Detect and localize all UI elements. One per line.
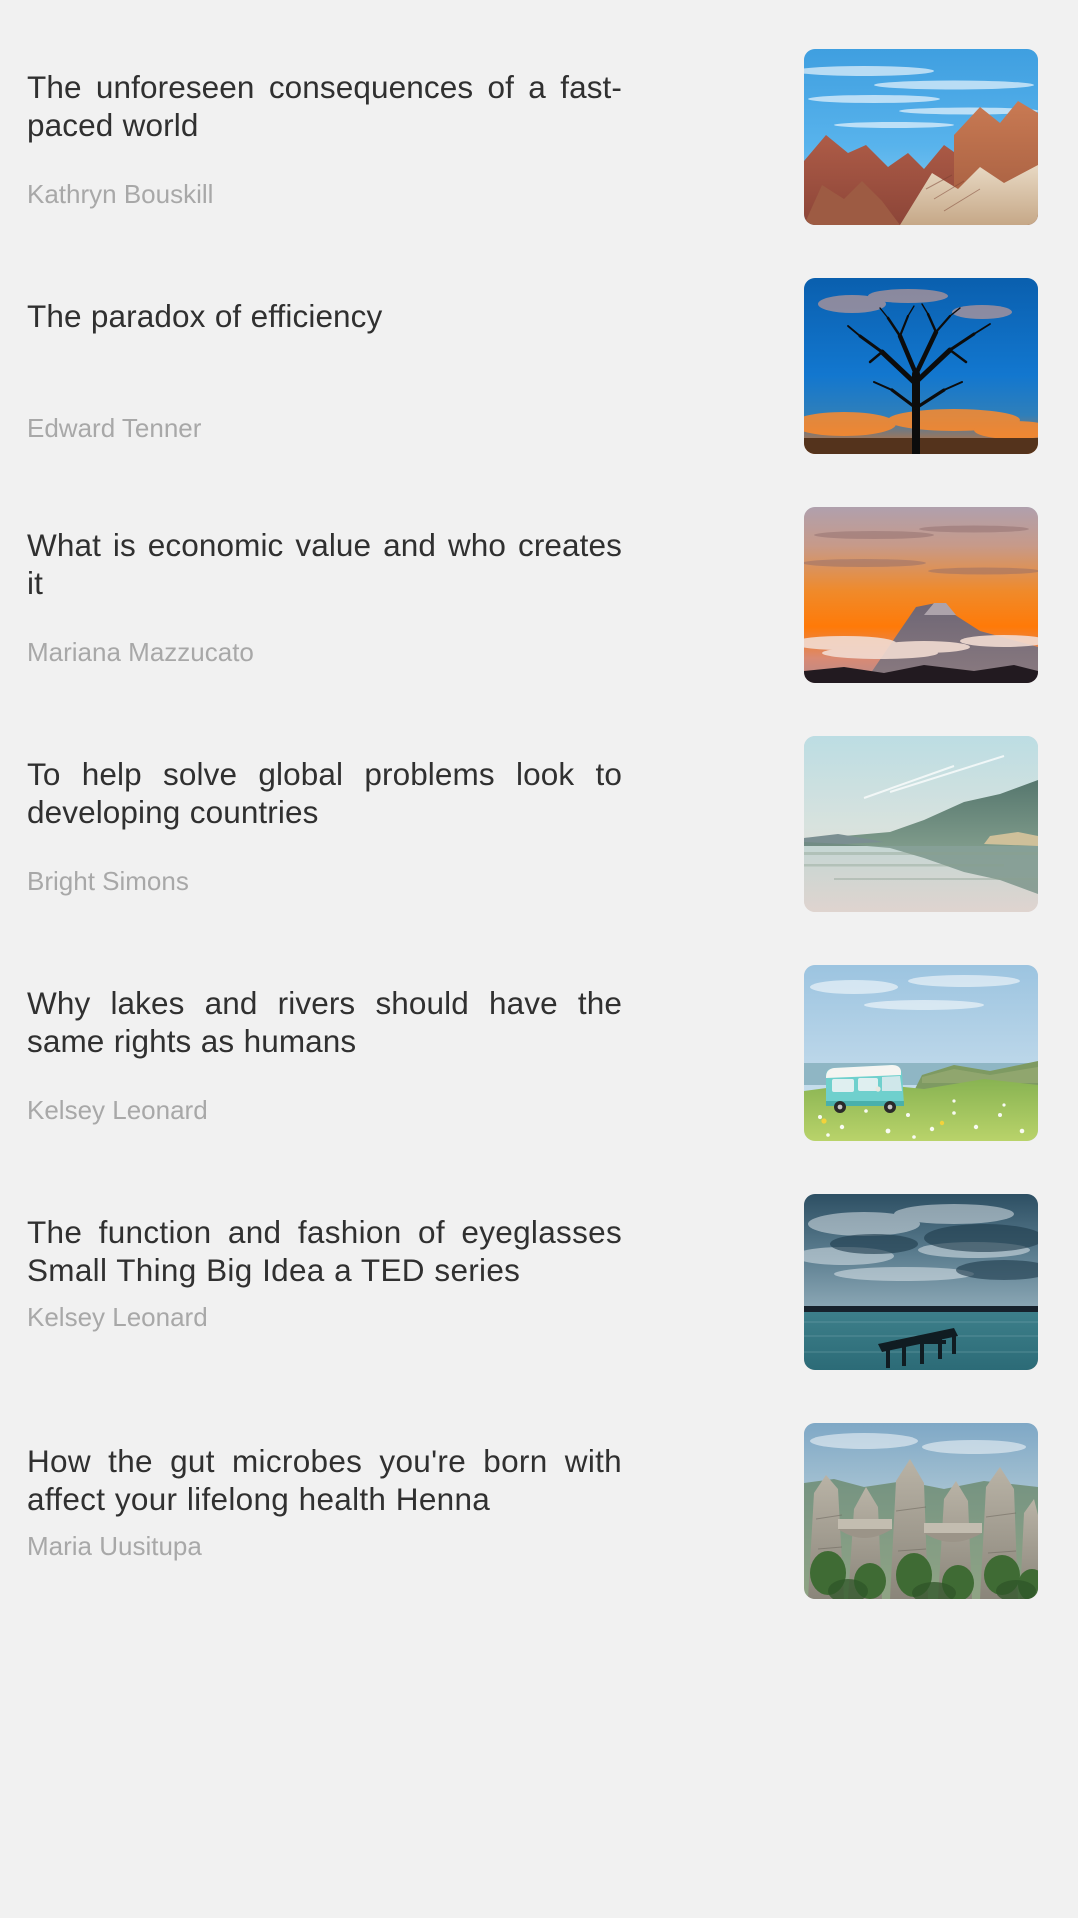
bare-tree-silhouette-sunset-image[interactable] — [804, 278, 1038, 454]
article-author: Maria Uusitupa — [27, 1530, 202, 1561]
article-author: Bright Simons — [27, 865, 189, 896]
article-author: Edward Tenner — [27, 413, 202, 444]
mount-fuji-orange-sunset-image[interactable] — [804, 507, 1038, 683]
article-title: What is economic value and who creates i… — [27, 527, 622, 602]
article-list-screen: The unforeseen consequences of a fast-pa… — [0, 0, 1078, 1918]
article-list: The unforeseen consequences of a fast-pa… — [0, 22, 1078, 1621]
list-item[interactable]: The unforeseen consequences of a fast-pa… — [0, 22, 1078, 247]
calm-lake-mountain-reflection-image[interactable] — [804, 736, 1038, 912]
sandstone-rock-formations-bridge-image[interactable] — [804, 1423, 1038, 1599]
list-item[interactable]: How the gut microbes you're born with af… — [0, 1396, 1078, 1621]
list-item-text: What is economic value and who creates i… — [27, 502, 622, 676]
article-title: How the gut microbes you're born with af… — [27, 1443, 622, 1518]
list-item-text: How the gut microbes you're born with af… — [27, 1418, 622, 1592]
article-author: Kelsey Leonard — [27, 1094, 208, 1125]
article-title: The paradox of efficiency — [27, 298, 383, 334]
list-item-text: To help solve global problems look to de… — [27, 731, 622, 905]
list-item-text: Why lakes and rivers should have the sam… — [27, 960, 622, 1134]
red-rock-canyon-blue-sky-image[interactable] — [804, 49, 1038, 225]
list-item[interactable]: To help solve global problems look to de… — [0, 709, 1078, 934]
teal-camper-van-meadow-image[interactable] — [804, 965, 1038, 1141]
article-title: Why lakes and rivers should have the sam… — [27, 985, 622, 1060]
article-title: The unforeseen consequences of a fast-pa… — [27, 69, 622, 144]
list-item[interactable]: What is economic value and who creates i… — [0, 480, 1078, 705]
article-author: Kathryn Bouskill — [27, 178, 214, 209]
list-item-text: The paradox of efficiency Edward Tenner — [27, 273, 622, 447]
wooden-pier-dusk-water-image[interactable] — [804, 1194, 1038, 1370]
article-author: Mariana Mazzucato — [27, 636, 254, 667]
list-item[interactable]: The paradox of efficiency Edward Tenner — [0, 251, 1078, 476]
article-title: The function and fashion of eyeglasses S… — [27, 1214, 622, 1289]
article-author: Kelsey Leonard — [27, 1301, 208, 1332]
list-item-text: The function and fashion of eyeglasses S… — [27, 1189, 622, 1363]
list-item-text: The unforeseen consequences of a fast-pa… — [27, 44, 622, 218]
list-item[interactable]: Why lakes and rivers should have the sam… — [0, 938, 1078, 1163]
article-title: To help solve global problems look to de… — [27, 756, 622, 831]
list-item[interactable]: The function and fashion of eyeglasses S… — [0, 1167, 1078, 1392]
